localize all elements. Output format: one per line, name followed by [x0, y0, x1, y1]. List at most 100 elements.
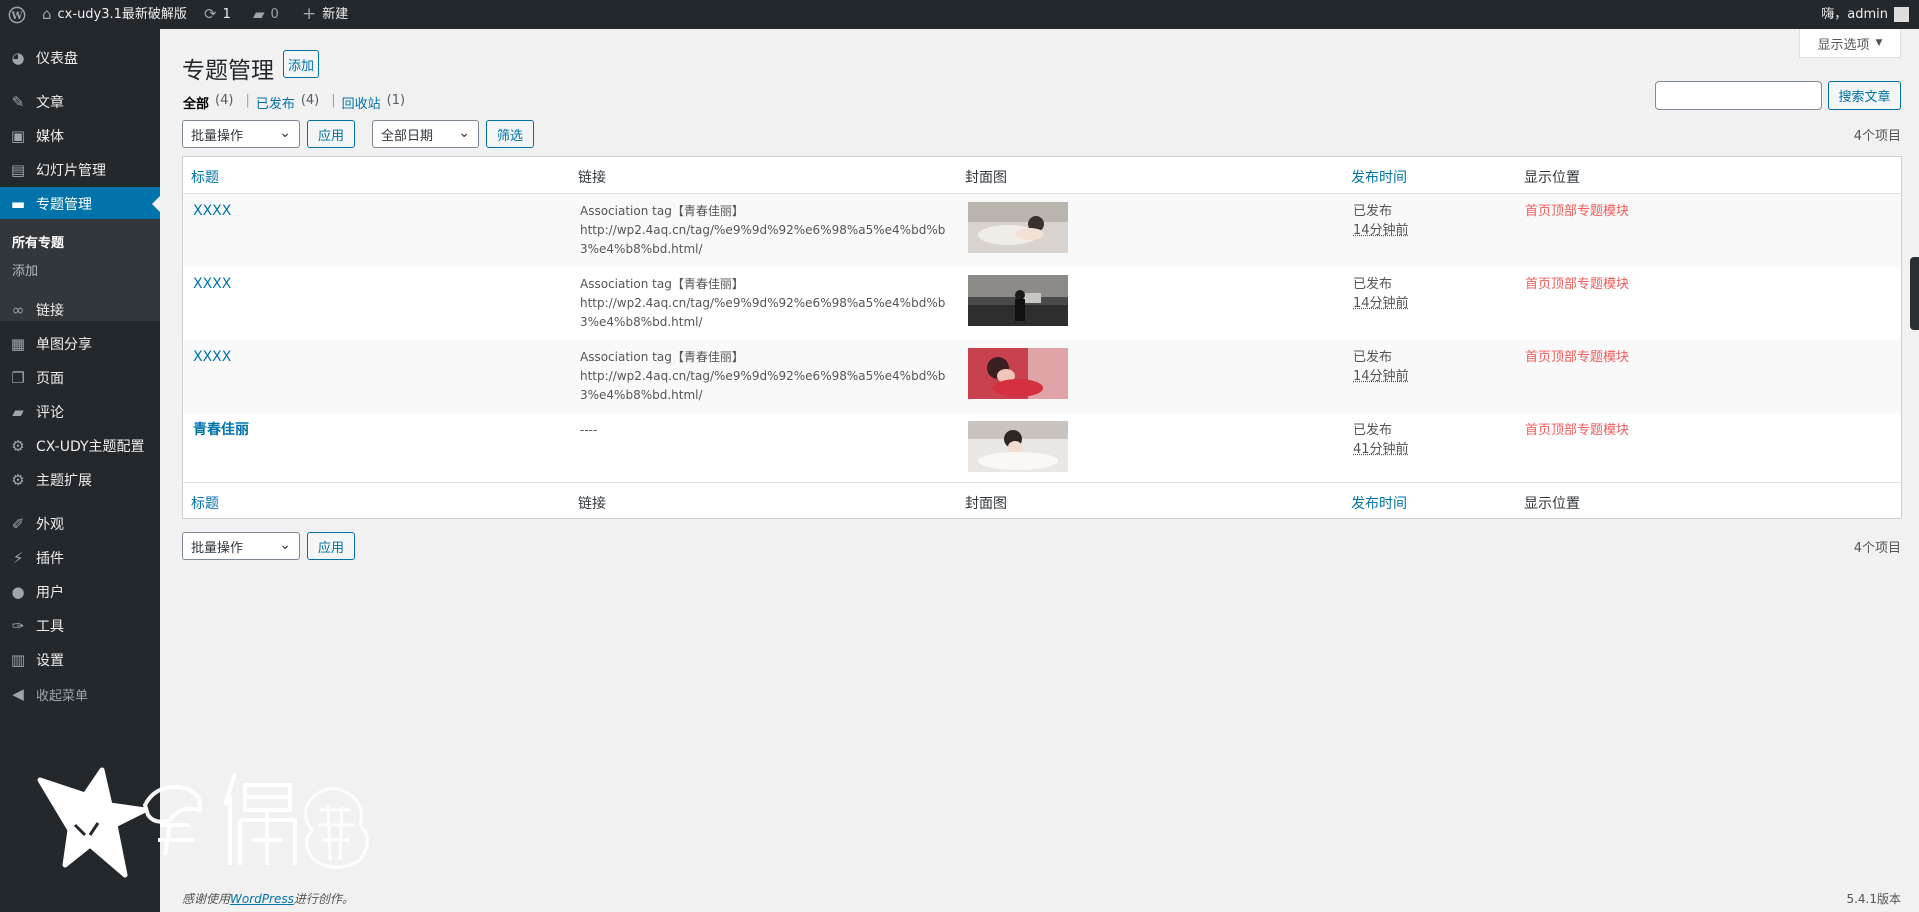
menu-slides[interactable]: ▤ 幻灯片管理	[0, 153, 160, 187]
filter-all[interactable]: 全部	[183, 93, 209, 112]
row-title-link[interactable]: XXXX	[193, 275, 231, 294]
filter-trash[interactable]: 回收站	[342, 93, 381, 112]
chevron-down-icon: ⌄	[279, 125, 291, 141]
user-icon: ●	[11, 583, 25, 601]
bulk-action-select-top[interactable]: 批量操作 ⌄	[182, 120, 300, 148]
bulk-action-value: 批量操作	[191, 540, 244, 556]
screen-options-button[interactable]: 显示选项 ▼	[1799, 29, 1901, 58]
column-date[interactable]: 发布时间	[1351, 167, 1407, 187]
menu-label: 单图分享	[36, 337, 92, 353]
side-panel-handle[interactable]	[1910, 257, 1919, 330]
bulk-action-select-bottom[interactable]: 批量操作 ⌄	[182, 532, 300, 560]
row-title-link[interactable]: XXXX	[193, 348, 231, 367]
table-row: XXXX Association tag【青春佳丽】 http://wp2.4a…	[183, 194, 1901, 267]
menu-image-share[interactable]: ▦ 单图分享	[0, 327, 160, 361]
wordpress-logo-icon[interactable]: W	[8, 0, 26, 29]
refresh-icon: ⟳	[204, 5, 217, 23]
menu-dashboard[interactable]: ◕ 仪表盘	[0, 41, 160, 75]
row-date: 已发布 14分钟前	[1353, 202, 1409, 240]
link-url: http://wp2.4aq.cn/tag/%e9%9d%92%e6%98%a5…	[580, 369, 946, 402]
collapse-icon: ◀	[12, 685, 24, 703]
status-text: 已发布	[1353, 423, 1393, 438]
wordpress-link[interactable]: WordPress	[230, 892, 294, 906]
pin-icon: ✎	[11, 93, 25, 111]
menu-plugins[interactable]: ⚡ 插件	[0, 541, 160, 575]
menu-pages[interactable]: ❐ 页面	[0, 361, 160, 395]
cover-thumbnail	[968, 421, 1068, 472]
avatar	[1894, 7, 1909, 22]
menu-label: 仪表盘	[36, 51, 78, 67]
topics-table: 标题 链接 封面图 发布时间 显示位置 XXXX Association tag…	[182, 156, 1902, 519]
chevron-down-icon: ⌄	[458, 125, 470, 141]
updates-count: 1	[222, 7, 231, 22]
link-url: http://wp2.4aq.cn/tag/%e9%9d%92%e6%98%a5…	[580, 223, 946, 256]
menu-appearance[interactable]: ✐ 外观	[0, 507, 160, 541]
menu-posts[interactable]: ✎ 文章	[0, 85, 160, 119]
column-date[interactable]: 发布时间	[1351, 493, 1407, 513]
dashboard-icon: ◕	[11, 49, 25, 67]
search-input[interactable]	[1655, 81, 1822, 110]
add-new-button[interactable]: 添加	[283, 50, 319, 78]
bulk-action-value: 批量操作	[191, 128, 244, 144]
menu-tools[interactable]: ✑ 工具	[0, 609, 160, 643]
link-label: ----	[580, 423, 598, 437]
filter-button[interactable]: 筛选	[486, 120, 534, 148]
link-icon: ∞	[11, 301, 25, 319]
column-link: 链接	[578, 496, 606, 512]
menu-topics[interactable]: ▬ 专题管理	[0, 187, 160, 221]
display-position: 首页顶部专题模块	[1525, 423, 1630, 438]
gear-icon: ⚙	[11, 437, 25, 455]
apply-button-top[interactable]: 应用	[307, 120, 355, 148]
filter-published[interactable]: 已发布	[256, 93, 295, 112]
menu-settings[interactable]: ▥ 设置	[0, 643, 160, 677]
menu-users[interactable]: ● 用户	[0, 575, 160, 609]
menu-label: 媒体	[36, 129, 64, 145]
footer-version: 5.4.1版本	[1846, 892, 1901, 906]
menu-links[interactable]: ∞ 链接	[0, 293, 160, 327]
page-title: 专题管理	[182, 58, 274, 84]
table-row: XXXX Association tag【青春佳丽】 http://wp2.4a…	[183, 340, 1901, 413]
footer-thanks: 感谢使用WordPress进行创作。	[182, 890, 354, 907]
table-row: XXXX Association tag【青春佳丽】 http://wp2.4a…	[183, 267, 1901, 340]
my-account[interactable]: 嗨，admin	[1821, 0, 1909, 29]
column-link: 链接	[578, 170, 606, 186]
time-ago: 41分钟前	[1353, 442, 1409, 457]
display-position: 首页顶部专题模块	[1525, 350, 1630, 365]
menu-comments[interactable]: ▰ 评论	[0, 395, 160, 429]
site-name-link[interactable]: ⌂ cx-udy3.1最新破解版	[42, 0, 187, 29]
screen-options-label: 显示选项	[1817, 37, 1870, 53]
footer-thanks-suffix: 进行创作。	[293, 892, 354, 906]
status-text: 已发布	[1353, 204, 1393, 219]
cover-thumbnail	[968, 275, 1068, 326]
row-date: 已发布 41分钟前	[1353, 421, 1409, 459]
comment-icon: ▰	[253, 5, 265, 23]
apply-button-bottom[interactable]: 应用	[307, 532, 355, 560]
new-content-link[interactable]: + 新建	[302, 0, 348, 29]
date-filter-select[interactable]: 全部日期 ⌄	[372, 120, 479, 148]
filter-trash-count: (1)	[386, 93, 406, 108]
column-title[interactable]: 标题	[191, 167, 219, 187]
menu-theme-config[interactable]: ⚙ CX-UDY主题配置	[0, 429, 160, 463]
menu-label: 设置	[36, 653, 64, 669]
updates-link[interactable]: ⟳ 1	[204, 0, 231, 29]
caret-down-icon: ▼	[1875, 38, 1883, 48]
filter-all-count: (4)	[215, 93, 234, 108]
comments-link[interactable]: ▰ 0	[253, 0, 279, 29]
items-count-bottom: 4个项目	[1853, 541, 1901, 556]
row-link: Association tag【青春佳丽】 http://wp2.4aq.cn/…	[580, 275, 960, 332]
footer-thanks-prefix: 感谢使用	[182, 892, 231, 906]
row-title-link[interactable]: XXXX	[193, 202, 231, 221]
submenu-all-topics[interactable]: 所有专题	[12, 232, 64, 251]
row-title-link[interactable]: 青春佳丽	[193, 421, 249, 440]
menu-theme-extend[interactable]: ⚙ 主题扩展	[0, 463, 160, 497]
display-position: 首页顶部专题模块	[1525, 277, 1630, 292]
submenu-add[interactable]: 添加	[12, 260, 38, 279]
wrench-icon: ✑	[11, 617, 25, 635]
menu-media[interactable]: ▣ 媒体	[0, 119, 160, 153]
column-title[interactable]: 标题	[191, 493, 219, 513]
menu-label: 外观	[36, 517, 64, 533]
search-posts-button[interactable]: 搜索文章	[1828, 81, 1901, 110]
menu-label: 页面	[36, 371, 64, 387]
chevron-down-icon: ⌄	[279, 537, 291, 553]
collapse-menu-button[interactable]: ◀ 收起菜单	[0, 677, 160, 711]
